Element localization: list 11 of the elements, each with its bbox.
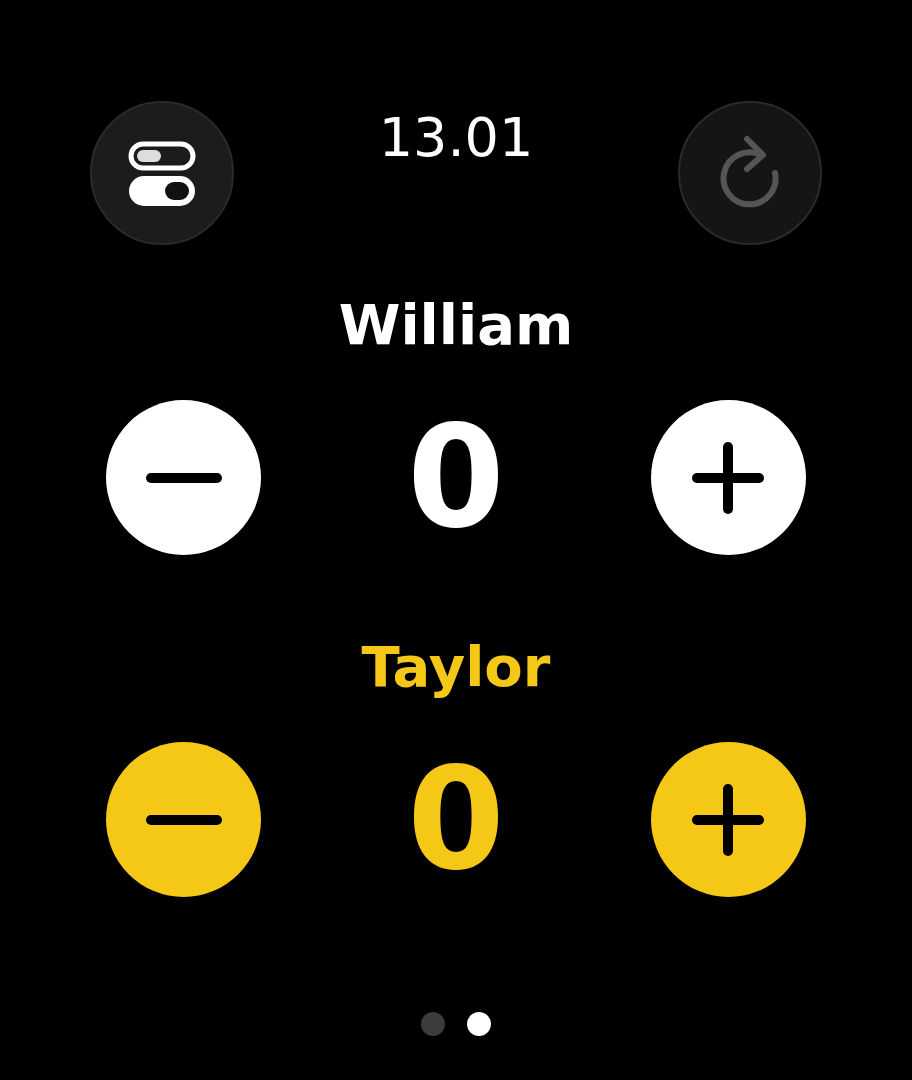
plus-icon: [692, 783, 765, 856]
player-score: 0: [407, 742, 505, 897]
player-name: William: [338, 291, 574, 359]
player-score: 0: [407, 400, 505, 555]
page-dot[interactable]: [421, 1012, 445, 1036]
minus-icon: [145, 472, 222, 483]
minus-icon: [145, 814, 222, 825]
clock-time: 13.01: [378, 105, 534, 171]
page-dot[interactable]: [467, 1012, 491, 1036]
player-name: Taylor: [361, 633, 551, 701]
plus-icon: [692, 441, 765, 514]
